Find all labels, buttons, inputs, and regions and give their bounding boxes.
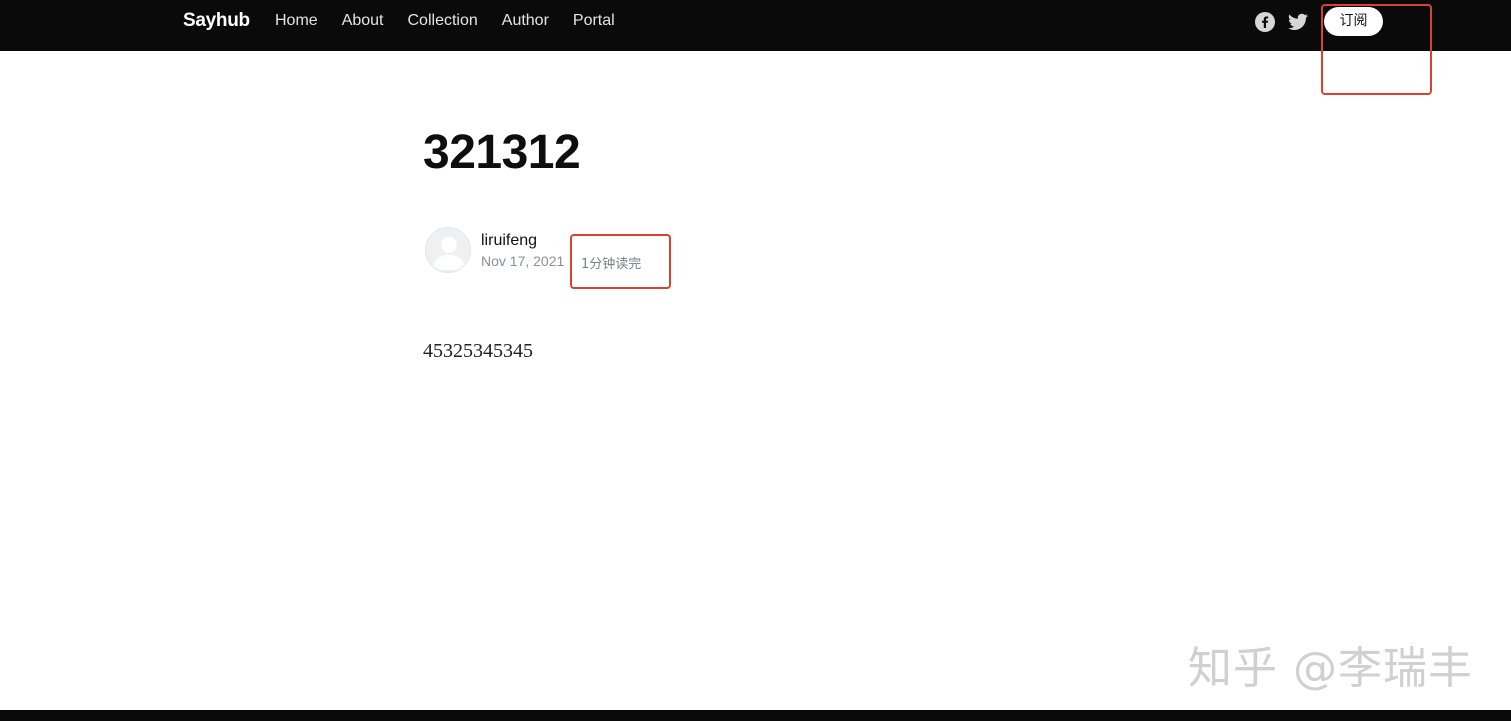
post-title: 321312 bbox=[423, 126, 581, 179]
nav-collection-link[interactable]: Collection bbox=[408, 12, 478, 30]
twitter-icon[interactable] bbox=[1288, 13, 1308, 31]
main-nav: Home About Collection Author Portal bbox=[275, 12, 639, 30]
watermark: 知乎 @李瑞丰 bbox=[1188, 643, 1473, 694]
footer-bar bbox=[0, 710, 1511, 721]
highlight-box-subscribe bbox=[1321, 4, 1432, 95]
author-name-link[interactable]: liruifeng bbox=[481, 232, 537, 250]
post-date: Nov 17, 2021 bbox=[481, 253, 565, 269]
site-logo[interactable]: Sayhub bbox=[183, 10, 250, 32]
nav-portal-link[interactable]: Portal bbox=[573, 12, 615, 30]
author-avatar[interactable] bbox=[425, 227, 471, 273]
nav-author-link[interactable]: Author bbox=[502, 12, 549, 30]
top-navbar: Sayhub Home About Collection Author Port… bbox=[0, 0, 1511, 51]
post-body: 45325345345 bbox=[423, 340, 533, 362]
facebook-icon[interactable] bbox=[1255, 12, 1275, 32]
nav-about-link[interactable]: About bbox=[342, 12, 384, 30]
nav-home-link[interactable]: Home bbox=[275, 12, 318, 30]
highlight-box-reading-time bbox=[570, 234, 671, 289]
